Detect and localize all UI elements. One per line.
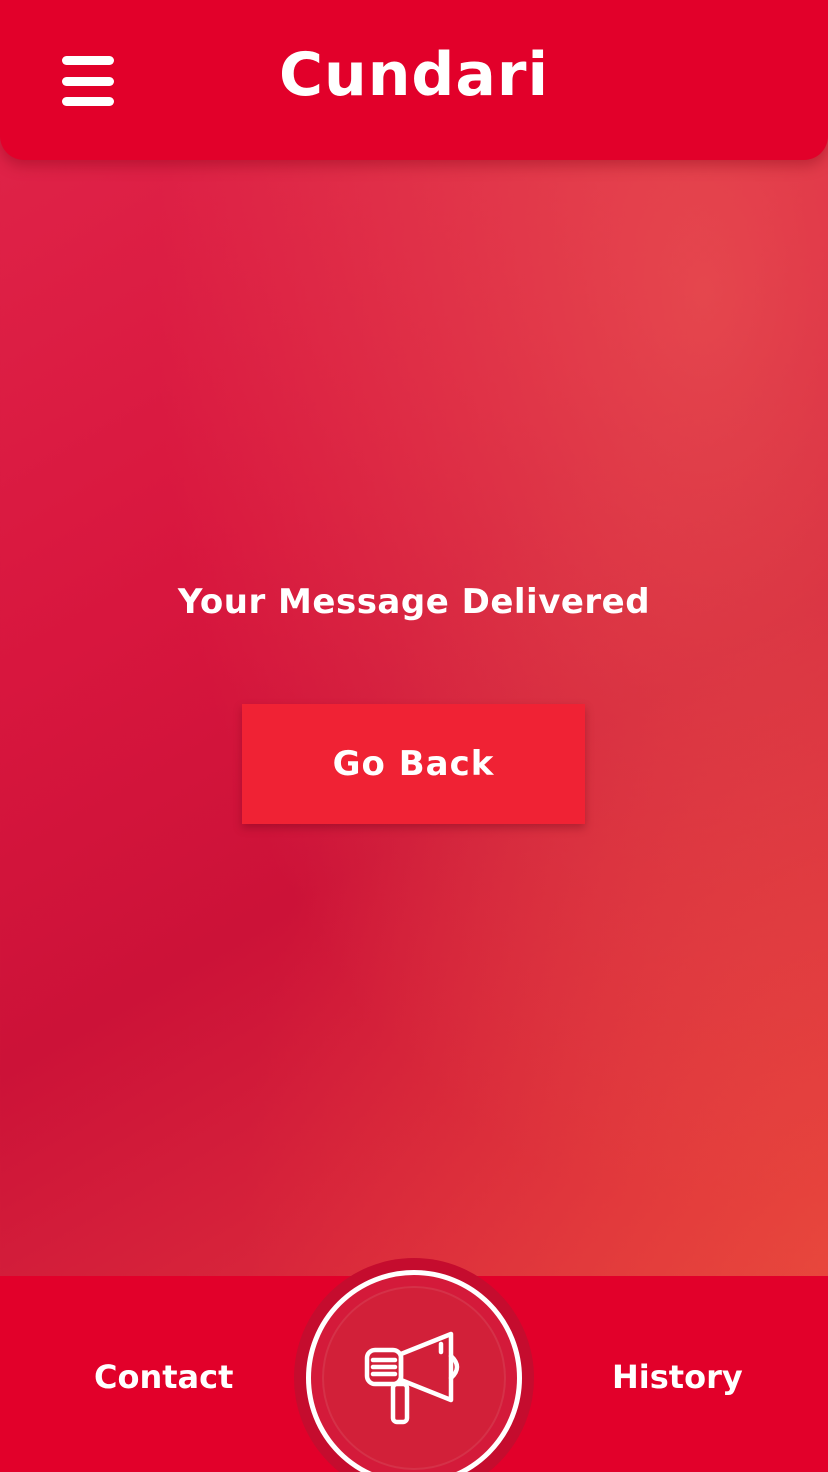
- nav-history[interactable]: History: [612, 1358, 743, 1396]
- app-header: Cundari: [0, 0, 828, 160]
- megaphone-button[interactable]: [306, 1270, 522, 1472]
- delivery-confirmation-message: Your Message Delivered: [177, 582, 651, 622]
- nav-contact[interactable]: Contact: [94, 1358, 233, 1396]
- megaphone-icon: [364, 1331, 460, 1425]
- go-back-button[interactable]: Go Back: [242, 704, 585, 824]
- megaphone-button-inner: [322, 1286, 506, 1470]
- bottom-navigation: Contact History: [0, 1258, 828, 1472]
- app-title: Cundari: [278, 40, 550, 110]
